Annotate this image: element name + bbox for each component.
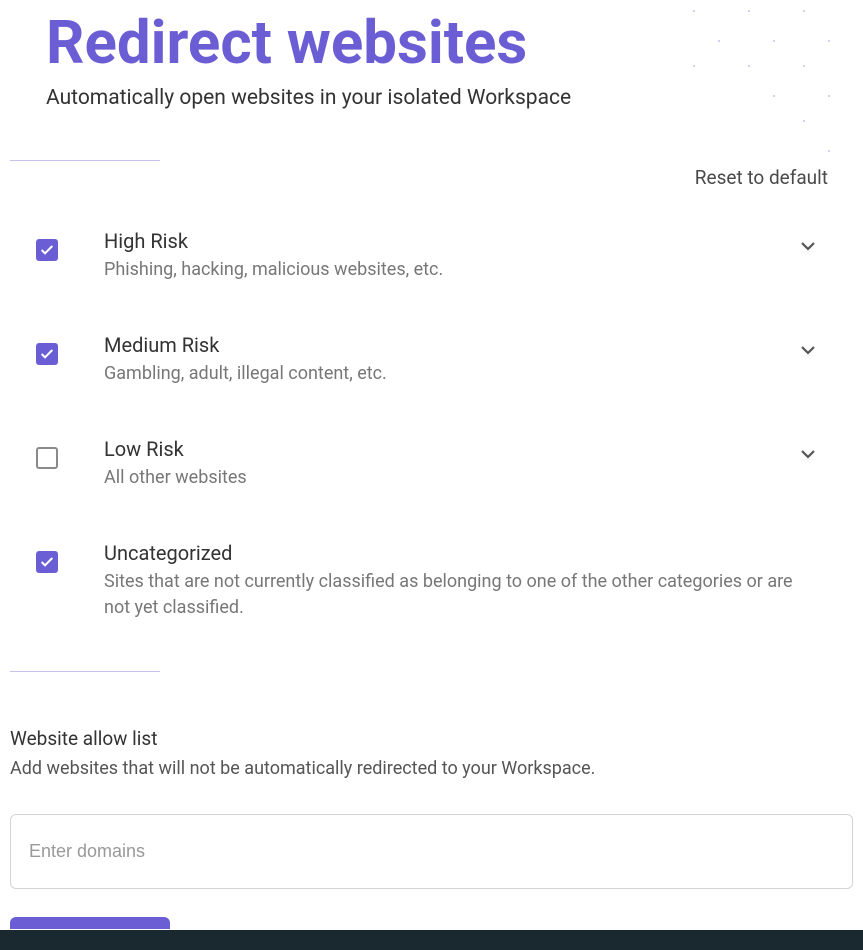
page-title: Redirect websites [46, 10, 853, 76]
submit-button[interactable] [10, 917, 170, 929]
allowlist-title: Website allow list [10, 727, 853, 750]
category-row-medium-risk: Medium Risk Gambling, adult, illegal cont… [36, 333, 823, 387]
expand-toggle-high-risk[interactable] [793, 241, 823, 251]
domain-input[interactable] [10, 814, 853, 889]
expand-toggle-low-risk[interactable] [793, 449, 823, 459]
divider [10, 160, 160, 161]
category-desc: Phishing, hacking, malicious websites, e… [104, 257, 793, 283]
chevron-down-icon [800, 241, 816, 251]
category-desc: Sites that are not currently classified … [104, 569, 823, 621]
category-desc: All other websites [104, 465, 793, 491]
checkbox-high-risk[interactable] [36, 239, 58, 261]
divider [10, 671, 160, 672]
category-desc: Gambling, adult, illegal content, etc. [104, 361, 793, 387]
checkbox-uncategorized[interactable] [36, 551, 58, 573]
expand-toggle-medium-risk[interactable] [793, 345, 823, 355]
category-title: Medium Risk [104, 333, 793, 357]
footer-bar [0, 930, 863, 950]
category-row-uncategorized: Uncategorized Sites that are not currentl… [36, 541, 823, 621]
category-title: Low Risk [104, 437, 793, 461]
checkbox-low-risk[interactable] [36, 447, 58, 469]
allowlist-desc: Add websites that will not be automatica… [10, 758, 853, 779]
reset-to-default-link[interactable]: Reset to default [695, 166, 828, 189]
chevron-down-icon [800, 345, 816, 355]
check-icon [39, 242, 55, 258]
check-icon [39, 554, 55, 570]
page-subtitle: Automatically open websites in your isol… [46, 86, 853, 110]
category-title: High Risk [104, 229, 793, 253]
chevron-down-icon [800, 449, 816, 459]
check-icon [39, 346, 55, 362]
category-title: Uncategorized [104, 541, 823, 565]
checkbox-medium-risk[interactable] [36, 343, 58, 365]
category-row-low-risk: Low Risk All other websites [36, 437, 823, 491]
category-row-high-risk: High Risk Phishing, hacking, malicious we… [36, 229, 823, 283]
